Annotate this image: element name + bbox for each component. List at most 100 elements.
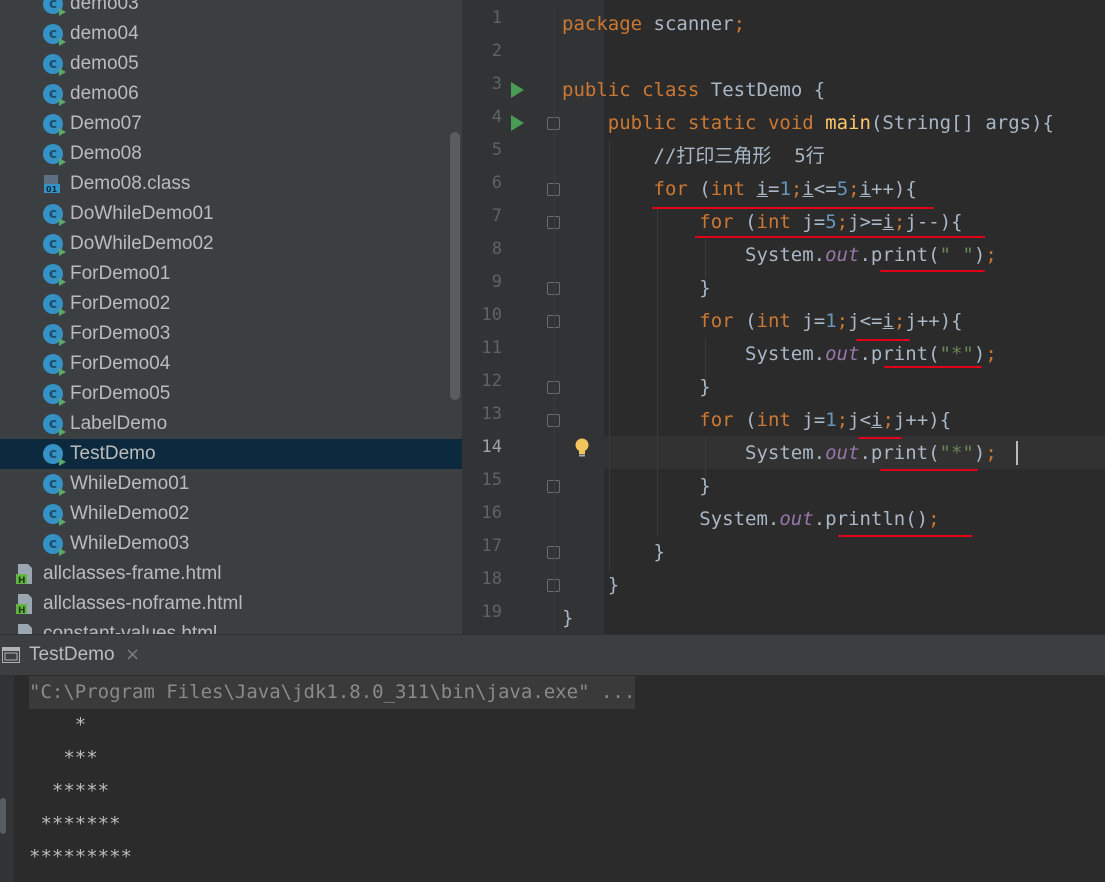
- console-output-line: *******: [29, 813, 121, 835]
- tree-item-allclasses-frame[interactable]: H allclasses-frame.html: [0, 559, 462, 589]
- code-token: 5: [836, 178, 849, 200]
- tree-item-label: allclasses-noframe.html: [43, 593, 243, 614]
- tree-scrollbar[interactable]: [450, 132, 460, 400]
- code-token: ;: [848, 178, 860, 200]
- code-token: }: [607, 574, 620, 596]
- console-gutter: [0, 675, 14, 882]
- tree-item-dowhiledemo01[interactable]: c DoWhileDemo01: [0, 199, 462, 229]
- tab-run-testdemo[interactable]: TestDemo ×: [0, 635, 150, 675]
- code-token: "*": [939, 343, 974, 365]
- tree-item-label: demo05: [70, 53, 139, 74]
- code-token: System.: [745, 244, 826, 266]
- code-token: ++){: [871, 178, 917, 200]
- tree-item-label: LabelDemo: [70, 413, 168, 434]
- console-command-line: "C:\Program Files\Java\jdk1.8.0_311\bin\…: [29, 676, 636, 709]
- run-class-icon[interactable]: [511, 82, 524, 98]
- code-token: {: [813, 79, 826, 101]
- code-token: ++){: [916, 310, 963, 332]
- run-toolwindow-header: [0, 635, 1105, 675]
- tree-item-label: constant-values.html: [43, 623, 218, 634]
- tree-item-demo03[interactable]: c demo03: [0, 0, 462, 19]
- tree-item-dowhiledemo02[interactable]: c DoWhileDemo02: [0, 229, 462, 259]
- code-token: class: [642, 79, 700, 101]
- html-file-icon: H: [16, 564, 32, 585]
- annotation-underline: [695, 236, 985, 238]
- close-icon[interactable]: ×: [125, 644, 140, 665]
- code-token: package: [562, 13, 643, 35]
- code-token: j: [893, 409, 906, 431]
- code-token: for: [699, 409, 734, 431]
- tree-item-fordemo03[interactable]: c ForDemo03: [0, 319, 462, 349]
- code-token: for: [699, 211, 734, 233]
- code-token: int: [756, 211, 791, 233]
- code-line-8: System.out.print(" ");: [562, 239, 997, 272]
- code-line-19: }: [562, 602, 573, 635]
- java-class-icon: c: [43, 294, 66, 316]
- code-token: ): [973, 244, 986, 266]
- code-token: scanner: [653, 13, 734, 35]
- tree-item-allclasses-noframe[interactable]: H allclasses-noframe.html: [0, 589, 462, 619]
- code-token: ;: [836, 211, 849, 233]
- code-token: j: [802, 409, 814, 431]
- tree-item-demo08-class[interactable]: 01 Demo08.class: [0, 169, 462, 199]
- tree-item-fordemo01[interactable]: c ForDemo01: [0, 259, 462, 289]
- code-line-10: for (int j=1;j<=i;j++){: [562, 305, 963, 338]
- code-token: .: [859, 442, 871, 464]
- tree-item-demo06[interactable]: c demo06: [0, 79, 462, 109]
- java-class-icon: c: [43, 504, 66, 526]
- tree-item-label: ForDemo03: [70, 323, 171, 344]
- line-number: 13: [481, 404, 502, 424]
- tree-item-fordemo02[interactable]: c ForDemo02: [0, 289, 462, 319]
- java-class-icon: c: [43, 234, 66, 256]
- code-token: ++){: [905, 409, 952, 431]
- tree-item-label: WhileDemo01: [70, 473, 190, 494]
- code-line-9: }: [562, 272, 711, 305]
- code-line-4: public static void main(String[] args){: [562, 107, 1054, 140]
- code-token: }: [699, 277, 711, 299]
- line-number: 9: [491, 272, 502, 292]
- console-scrollbar[interactable]: [0, 798, 6, 834]
- svg-text:H: H: [18, 576, 26, 585]
- code-line-14: System.out.print("*");: [562, 437, 997, 470]
- code-token: (: [928, 244, 940, 266]
- lightbulb-icon[interactable]: [574, 438, 590, 458]
- code-line-1: package scanner;: [562, 8, 745, 41]
- tree-item-demo04[interactable]: c demo04: [0, 19, 462, 49]
- code-token: for: [699, 310, 734, 332]
- run-main-icon[interactable]: [511, 115, 524, 131]
- code-token: 1: [825, 310, 837, 332]
- tree-item-label: demo06: [70, 83, 139, 104]
- tree-item-demo07[interactable]: c Demo07: [0, 109, 462, 139]
- code-token: ): [973, 343, 986, 365]
- code-token: TestDemo: [710, 79, 803, 101]
- tree-item-demo08[interactable]: c Demo08: [0, 139, 462, 169]
- tree-item-label: Demo07: [70, 113, 142, 134]
- tree-item-label: demo04: [70, 23, 139, 44]
- console-output-line: *********: [29, 846, 132, 868]
- code-token: ;: [882, 409, 894, 431]
- tree-item-label: allclasses-frame.html: [43, 563, 222, 584]
- tree-item-labeldemo[interactable]: c LabelDemo: [0, 409, 462, 439]
- code-token: ): [973, 442, 986, 464]
- code-token: i: [871, 409, 883, 431]
- tree-item-testdemo[interactable]: c TestDemo: [0, 439, 462, 469]
- tree-item-fordemo05[interactable]: c ForDemo05: [0, 379, 462, 409]
- tree-item-whiledemo01[interactable]: c WhileDemo01: [0, 469, 462, 499]
- annotation-underline: [858, 437, 902, 439]
- code-token: (: [745, 409, 757, 431]
- code-token: ;: [836, 310, 849, 332]
- code-token: =: [813, 211, 826, 233]
- tree-item-label: TestDemo: [70, 443, 156, 464]
- tree-item-demo05[interactable]: c demo05: [0, 49, 462, 79]
- tree-item-constant-values[interactable]: H constant-values.html: [0, 619, 462, 634]
- code-token: "*": [939, 442, 974, 464]
- tree-item-whiledemo02[interactable]: c WhileDemo02: [0, 499, 462, 529]
- code-token: ;: [893, 310, 906, 332]
- console-output-line: *: [29, 714, 87, 736]
- java-class-icon: c: [43, 264, 66, 286]
- code-token: i: [802, 178, 814, 200]
- tree-item-whiledemo03[interactable]: c WhileDemo03: [0, 529, 462, 559]
- code-token: print: [870, 442, 929, 464]
- tree-item-fordemo04[interactable]: c ForDemo04: [0, 349, 462, 379]
- code-token: " ": [939, 244, 974, 266]
